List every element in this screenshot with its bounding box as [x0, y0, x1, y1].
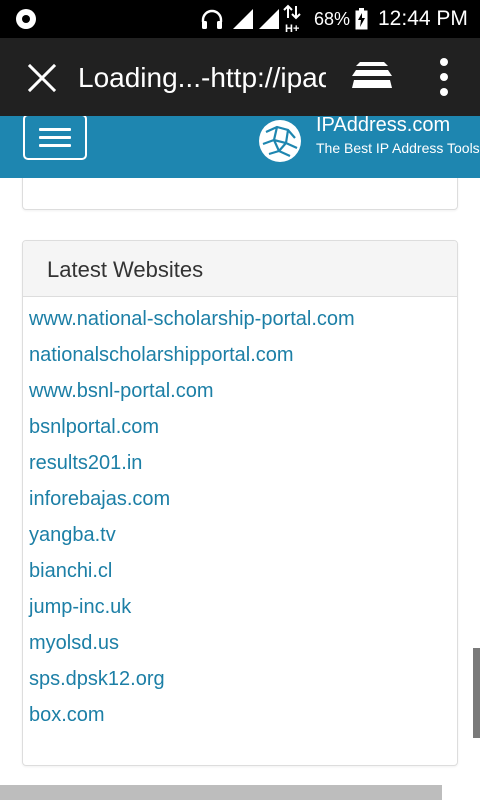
scrollbar-thumb[interactable]: [473, 648, 480, 738]
website-link[interactable]: yangba.tv: [29, 517, 457, 553]
app-notification-icon: [16, 9, 36, 29]
website-link[interactable]: results201.in: [29, 445, 457, 481]
status-bar: H+ 68% 12:44 PM: [0, 0, 480, 38]
signal-icon: [233, 9, 253, 29]
website-link[interactable]: inforebajas.com: [29, 481, 457, 517]
latest-websites-panel: Latest Websites www.national-scholarship…: [22, 240, 458, 766]
website-link[interactable]: jump-inc.uk: [29, 589, 457, 625]
browser-toolbar: Loading...-http://ipaddress.com: [0, 38, 480, 116]
website-link[interactable]: box.com: [29, 697, 457, 733]
website-link[interactable]: bianchi.cl: [29, 553, 457, 589]
page-content: Latest Websites www.national-scholarship…: [0, 178, 480, 800]
next-panel-edge: [0, 785, 442, 800]
website-link[interactable]: www.bsnl-portal.com: [29, 373, 457, 409]
website-link[interactable]: sps.dpsk12.org: [29, 661, 457, 697]
website-list: www.national-scholarship-portal.com nati…: [23, 297, 457, 733]
previous-panel: [22, 178, 458, 210]
overflow-menu-icon[interactable]: [430, 56, 458, 98]
website-link[interactable]: myolsd.us: [29, 625, 457, 661]
website-link[interactable]: www.national-scholarship-portal.com: [29, 301, 457, 337]
website-link[interactable]: bsnlportal.com: [29, 409, 457, 445]
battery-percent: 68%: [314, 9, 351, 29]
website-link[interactable]: nationalscholarshipportal.com: [29, 337, 457, 373]
site-header: IPAddress.com The Best IP Address Tools: [0, 116, 480, 178]
brand-name[interactable]: IPAddress.com: [316, 116, 450, 137]
signal-icon: [259, 9, 279, 29]
battery-charging-icon: [355, 8, 368, 30]
hamburger-menu-button[interactable]: [23, 116, 87, 160]
tab-stack-icon[interactable]: [350, 60, 394, 96]
svg-text:H+: H+: [285, 23, 299, 34]
brand-tagline: The Best IP Address Tools: [316, 140, 480, 156]
clock: 12:44 PM: [378, 7, 468, 30]
page-title[interactable]: Loading...-http://ipaddress.com: [78, 58, 326, 98]
headphones-icon: [201, 9, 223, 29]
data-hplus-icon: H+: [283, 4, 301, 34]
close-icon[interactable]: [22, 62, 62, 94]
globe-logo-icon: [259, 120, 301, 162]
panel-heading: Latest Websites: [23, 241, 457, 297]
